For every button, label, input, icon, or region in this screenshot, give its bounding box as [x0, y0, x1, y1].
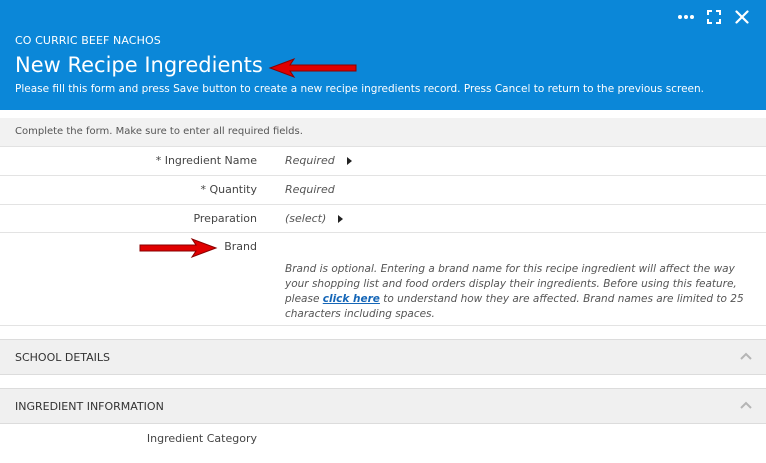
brand-input[interactable] — [285, 240, 585, 256]
chevron-up-icon[interactable] — [740, 352, 752, 360]
page-description: Please fill this form and press Save but… — [15, 83, 704, 95]
ingredient-name-label: * Ingredient Name — [155, 154, 257, 167]
click-here-link[interactable]: click here — [323, 293, 380, 305]
brand-label: Brand — [224, 240, 257, 253]
ingredient-category-label: Ingredient Category — [146, 432, 257, 445]
section-school-details[interactable]: SCHOOL DETAILS — [0, 339, 766, 375]
close-icon[interactable] — [728, 6, 756, 28]
quantity-input[interactable]: Required — [285, 183, 335, 196]
expand-icon[interactable] — [700, 6, 728, 28]
dialog-header: CO CURRIC BEEF NACHOS New Recipe Ingredi… — [0, 0, 766, 110]
section-school-details-title: SCHOOL DETAILS — [15, 351, 111, 364]
header-toolbar — [672, 6, 756, 28]
more-icon[interactable] — [672, 6, 700, 28]
section-ingredient-information[interactable]: INGREDIENT INFORMATION — [0, 388, 766, 424]
brand-help-text: Brand is optional. Entering a brand name… — [285, 262, 755, 322]
form-instruction-text: Complete the form. Make sure to enter al… — [15, 126, 303, 137]
preparation-select[interactable]: (select) — [285, 212, 344, 225]
preparation-caret-icon[interactable] — [338, 214, 344, 223]
page-title: New Recipe Ingredients — [15, 53, 263, 77]
form-instruction: Complete the form. Make sure to enter al… — [0, 118, 766, 147]
recipe-name: CO CURRIC BEEF NACHOS — [15, 34, 161, 47]
chevron-up-icon[interactable] — [740, 401, 752, 409]
field-quantity: * Quantity Required — [0, 176, 766, 205]
section-ingredient-information-title: INGREDIENT INFORMATION — [15, 400, 164, 413]
quantity-value: Required — [285, 183, 335, 196]
preparation-label: Preparation — [193, 212, 257, 225]
field-brand: Brand Brand is optional. Entering a bran… — [0, 233, 766, 326]
field-ingredient-name: * Ingredient Name Required — [0, 147, 766, 176]
quantity-label: * Quantity — [200, 183, 257, 196]
ingredient-name-caret-icon[interactable] — [346, 156, 352, 165]
preparation-value: (select) — [285, 212, 327, 225]
field-ingredient-category: Ingredient Category — [0, 424, 766, 462]
ingredient-name-input[interactable]: Required — [285, 154, 352, 167]
ingredient-name-value: Required — [285, 154, 335, 167]
field-preparation: Preparation (select) — [0, 205, 766, 233]
